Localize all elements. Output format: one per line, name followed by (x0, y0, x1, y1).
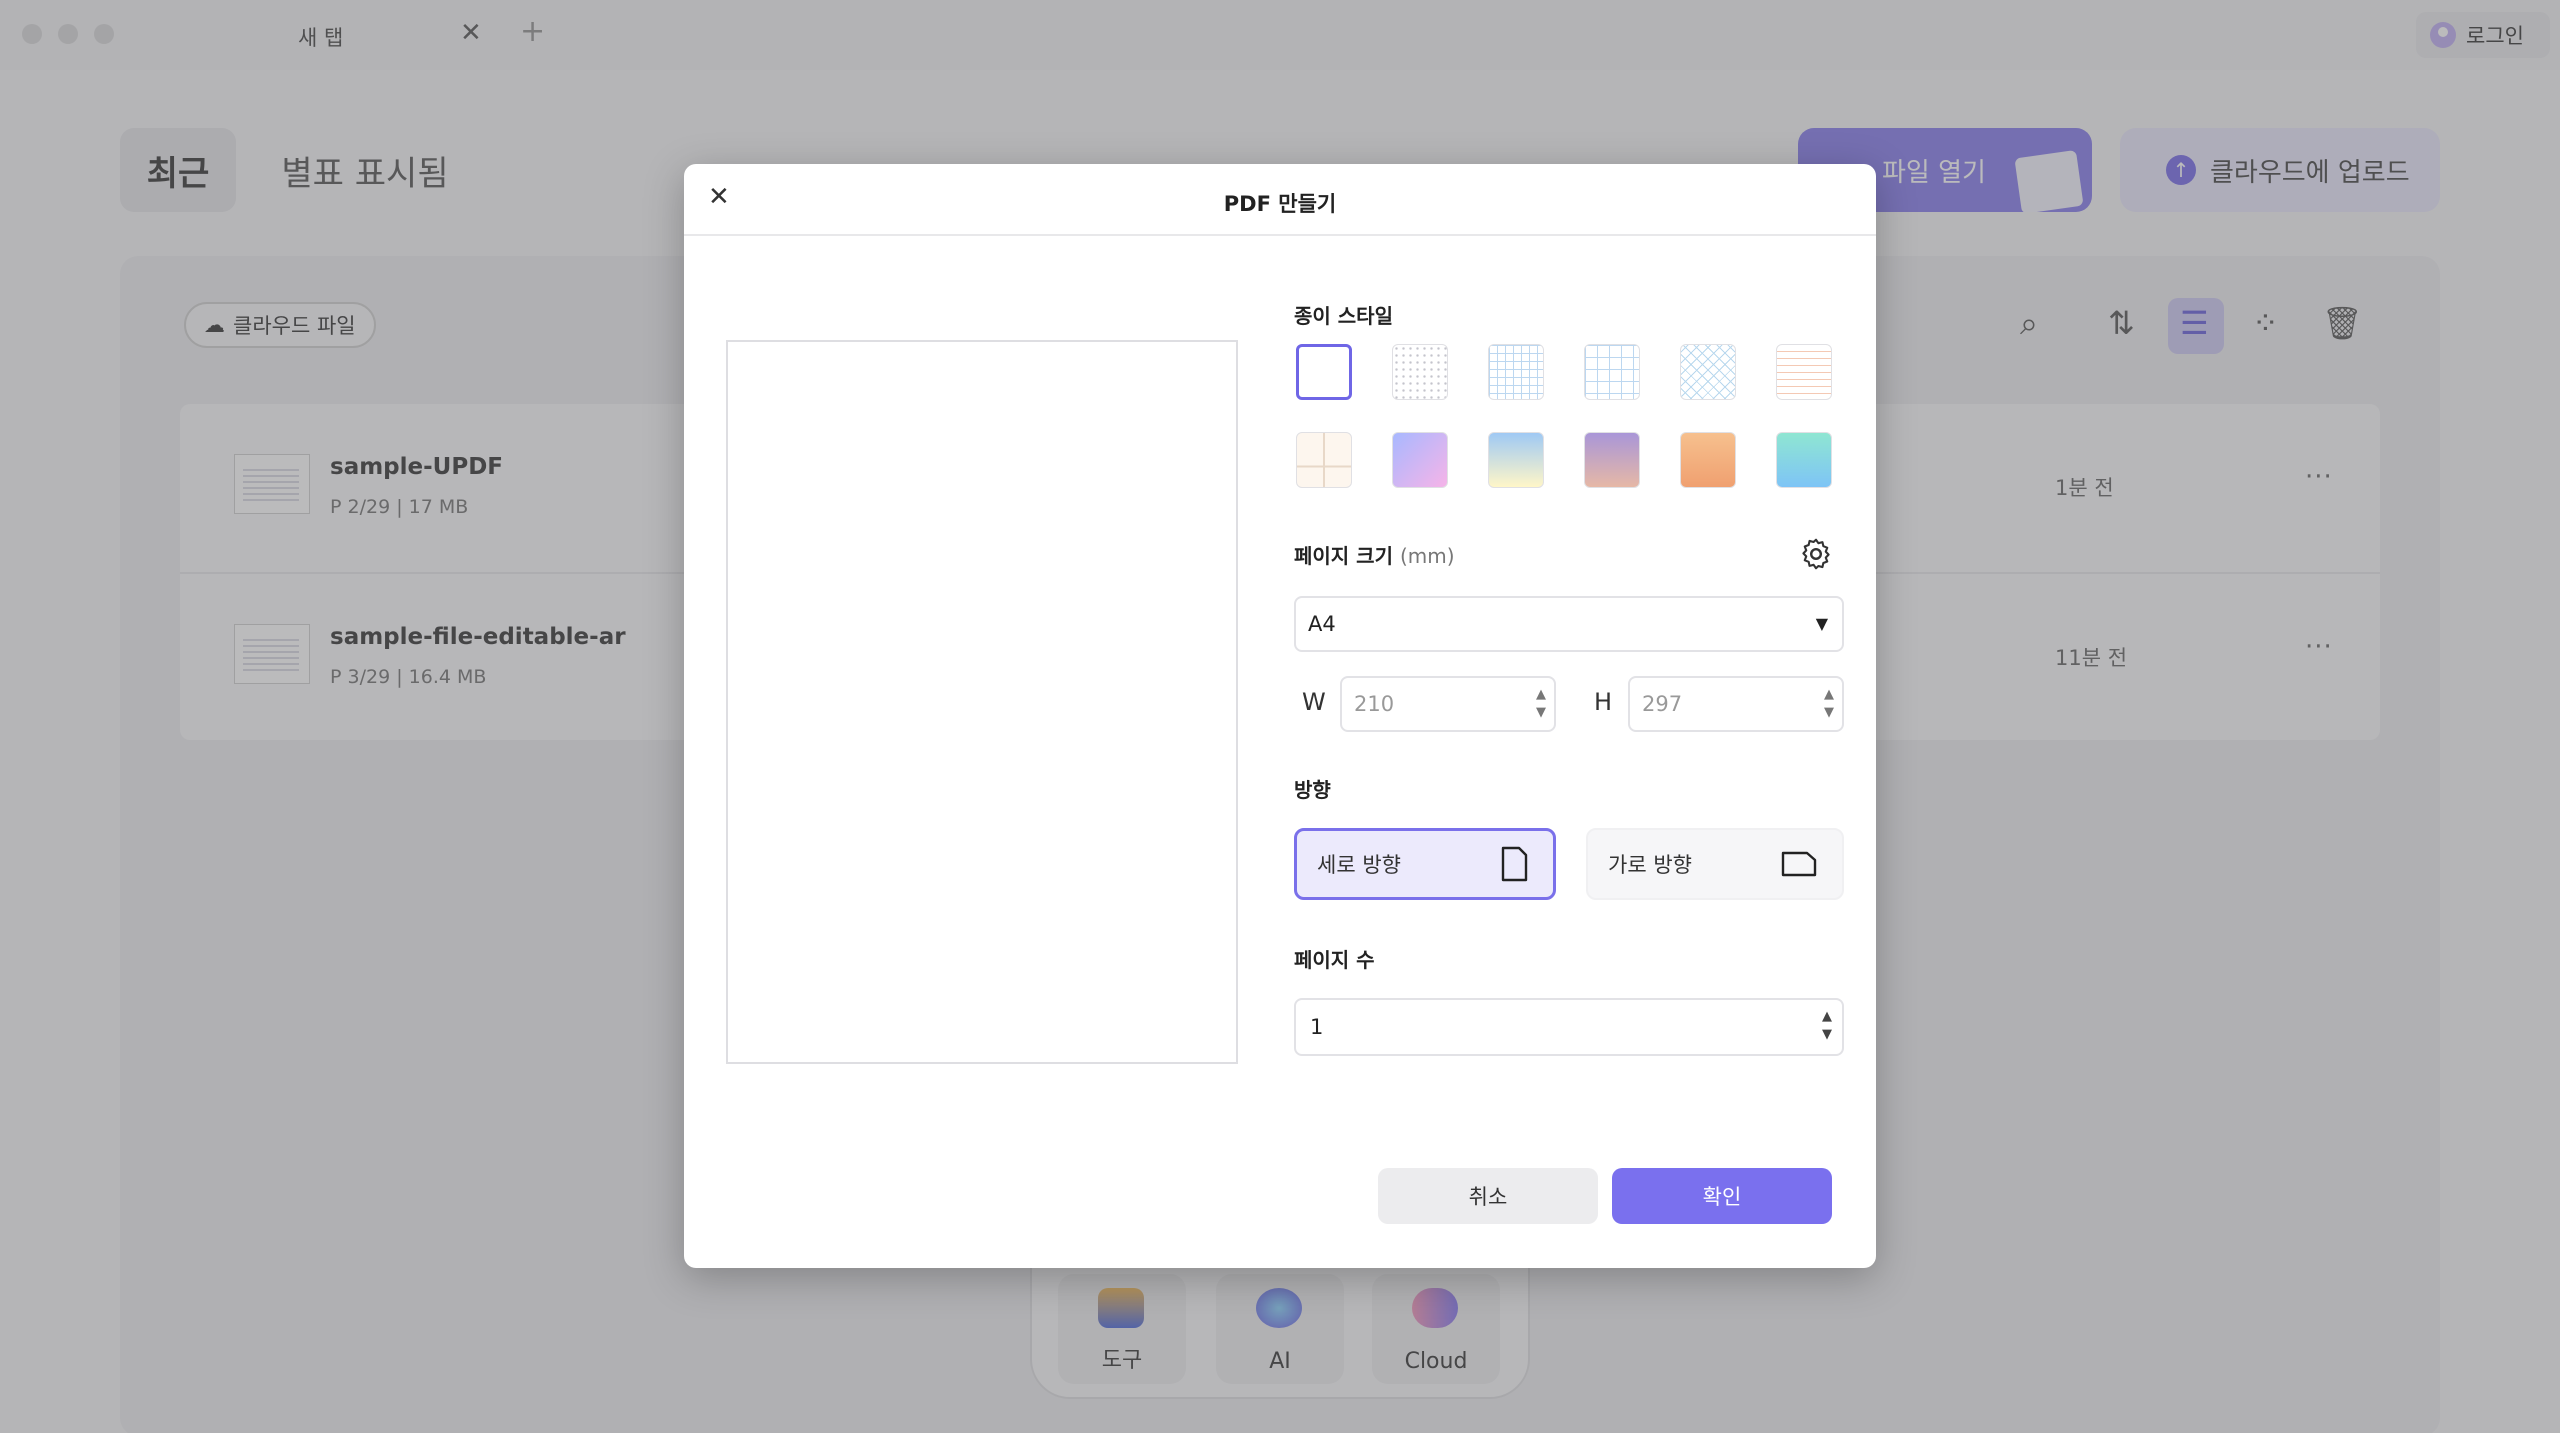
width-stepper-icon[interactable]: ▲ ▼ (1536, 686, 1546, 722)
portrait-page-icon (1501, 846, 1528, 882)
paper-style-isometric[interactable] (1680, 344, 1736, 400)
paper-style-grid-large[interactable] (1584, 344, 1640, 400)
paper-style-lined[interactable] (1776, 344, 1832, 400)
paper-style-blank[interactable] (1296, 344, 1352, 400)
landscape-option[interactable]: 가로 방향 (1586, 828, 1844, 900)
page-size-label: 페이지 크기 (mm) (1294, 540, 1455, 569)
gear-icon[interactable] (1798, 536, 1834, 572)
dialog-header: ✕ PDF 만들기 (684, 164, 1876, 236)
create-pdf-dialog: ✕ PDF 만들기 종이 스타일 페이지 크기 (mm) A4 ▼ W 210 … (684, 164, 1876, 1268)
paper-style-cornell[interactable] (1296, 432, 1352, 488)
landscape-label: 가로 방향 (1608, 853, 1692, 877)
page-preview (726, 340, 1238, 1064)
paper-style-label: 종이 스타일 (1294, 304, 1393, 328)
portrait-label: 세로 방향 (1317, 853, 1401, 877)
height-stepper-icon[interactable]: ▲ ▼ (1824, 686, 1834, 722)
width-input[interactable]: 210 ▲ ▼ (1340, 676, 1556, 732)
paper-style-gradient-dusk[interactable] (1584, 432, 1640, 488)
paper-style-gradient-lavender[interactable] (1392, 432, 1448, 488)
height-label: H (1594, 688, 1613, 716)
dialog-title: PDF 만들기 (1223, 192, 1337, 216)
portrait-option[interactable]: 세로 방향 (1294, 828, 1556, 900)
page-count-label: 페이지 수 (1294, 948, 1375, 972)
landscape-page-icon (1781, 851, 1817, 877)
paper-style-dotted[interactable] (1392, 344, 1448, 400)
page-count-input[interactable]: 1 ▲ ▼ (1294, 998, 1844, 1056)
page-size-unit: (mm) (1399, 544, 1455, 568)
cancel-button[interactable]: 취소 (1378, 1168, 1598, 1224)
paper-style-grid-small[interactable] (1488, 344, 1544, 400)
paper-style-gradient-peach[interactable] (1680, 432, 1736, 488)
paper-style-gradient-sky[interactable] (1488, 432, 1544, 488)
page-count-stepper-icon[interactable]: ▲ ▼ (1822, 1008, 1832, 1044)
height-input[interactable]: 297 ▲ ▼ (1628, 676, 1844, 732)
page-size-value: A4 (1308, 612, 1336, 636)
page-size-text: 페이지 크기 (1294, 544, 1393, 568)
width-value: 210 (1354, 692, 1395, 716)
chevron-down-icon: ▼ (1815, 614, 1828, 633)
confirm-button[interactable]: 확인 (1612, 1168, 1832, 1224)
page-count-value: 1 (1310, 1015, 1324, 1039)
page-size-select[interactable]: A4 ▼ (1294, 596, 1844, 652)
orientation-label: 방향 (1294, 778, 1331, 802)
paper-style-gradient-aqua[interactable] (1776, 432, 1832, 488)
height-value: 297 (1642, 692, 1683, 716)
width-label: W (1302, 688, 1326, 716)
